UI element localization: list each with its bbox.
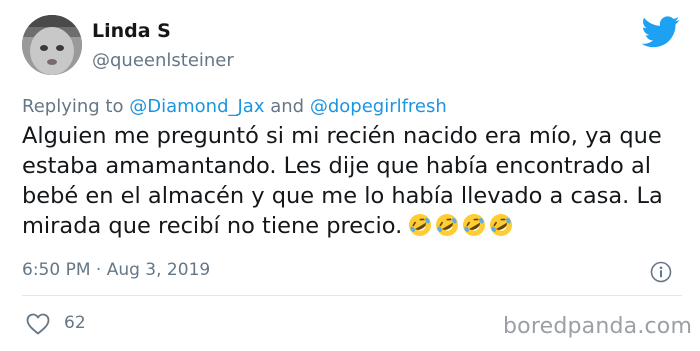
watermark: boredpanda.com <box>503 314 693 339</box>
reply-joiner: and <box>270 96 305 117</box>
baby-avatar-icon <box>22 15 82 75</box>
user-handle[interactable]: @queenlsteiner <box>92 50 234 71</box>
display-name[interactable]: Linda S <box>92 20 171 42</box>
tweet-timestamp[interactable]: 6:50 PM · Aug 3, 2019 <box>22 260 210 280</box>
rolling-on-floor-laughing-emoji-icon <box>409 214 432 236</box>
like-count: 62 <box>64 313 86 333</box>
tweet-line: Alguien me preguntó si mi recién nacido … <box>22 123 662 149</box>
rolling-on-floor-laughing-emoji-icon <box>490 214 513 236</box>
reply-prefix: Replying to <box>22 96 124 117</box>
avatar[interactable] <box>22 15 82 75</box>
mention-link-diamond-jax[interactable]: @Diamond_Jax <box>129 96 264 117</box>
twitter-bird-icon[interactable] <box>642 16 680 48</box>
reply-context: Replying to @Diamond_Jax and @dopegirlfr… <box>22 96 447 117</box>
tweet-line: estaba amamantando. Les dije que había e… <box>22 153 651 179</box>
tweet-line: mirada que recibí no tiene precio. <box>22 213 403 239</box>
emoji-row <box>408 213 516 245</box>
rolling-on-floor-laughing-emoji-icon <box>436 214 459 236</box>
tweet-text: Alguien me preguntó si mi recién nacido … <box>22 121 692 245</box>
mention-link-dopegirlfresh[interactable]: @dopegirlfresh <box>310 96 447 117</box>
info-icon[interactable] <box>650 261 672 283</box>
rolling-on-floor-laughing-emoji-icon <box>463 214 486 236</box>
tweet-last-line: mirada que recibí no tiene precio. <box>22 211 692 245</box>
heart-icon[interactable] <box>26 313 50 335</box>
tweet-line: bebé en el almacén y que me lo había lle… <box>22 183 663 209</box>
divider <box>22 295 682 296</box>
